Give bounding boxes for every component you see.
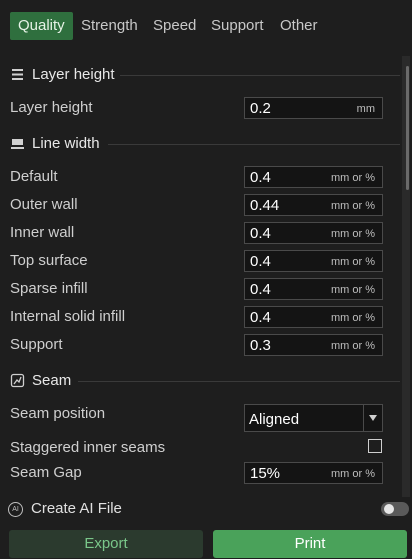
support-value: 0.3 bbox=[250, 337, 271, 354]
seam-gap-label: Seam Gap bbox=[10, 464, 82, 481]
top-surface-field[interactable]: 0.4 mm or % bbox=[244, 250, 383, 272]
layer-height-unit: mm bbox=[356, 103, 375, 115]
tab-quality[interactable]: Quality bbox=[10, 12, 73, 40]
seam-position-label: Seam position bbox=[10, 405, 106, 422]
seam-icon bbox=[10, 373, 25, 388]
support-unit: mm or % bbox=[331, 340, 375, 352]
layer-height-icon bbox=[12, 69, 23, 80]
sparse-infill-value: 0.4 bbox=[250, 281, 271, 298]
scrollbar-thumb[interactable] bbox=[406, 66, 409, 190]
inner-wall-unit: mm or % bbox=[331, 228, 375, 240]
tab-support[interactable]: Support bbox=[211, 12, 264, 40]
line-width-icon bbox=[11, 139, 24, 149]
top-surface-label: Top surface bbox=[10, 252, 88, 269]
top-surface-value: 0.4 bbox=[250, 253, 271, 270]
seam-gap-value: 15% bbox=[250, 465, 281, 482]
seam-position-select[interactable]: Aligned bbox=[244, 404, 383, 432]
section-title-line-width: Line width bbox=[32, 135, 100, 152]
layer-height-value: 0.2 bbox=[250, 100, 271, 117]
ai-file-icon: AI bbox=[8, 502, 23, 517]
staggered-inner-seams-checkbox[interactable] bbox=[368, 439, 382, 453]
sparse-infill-field[interactable]: 0.4 mm or % bbox=[244, 278, 383, 300]
tab-other[interactable]: Other bbox=[280, 12, 318, 40]
print-button[interactable]: Print bbox=[213, 530, 407, 558]
section-title-layer-height: Layer height bbox=[32, 66, 115, 83]
tab-strength[interactable]: Strength bbox=[81, 12, 138, 40]
section-title-seam: Seam bbox=[32, 372, 72, 389]
toggle-knob bbox=[384, 504, 394, 514]
seam-position-value: Aligned bbox=[249, 411, 300, 428]
chevron-down-icon bbox=[369, 415, 377, 421]
layer-height-field[interactable]: 0.2 mm bbox=[244, 97, 383, 119]
create-ai-file-row: AI Create AI File bbox=[0, 497, 412, 523]
inner-wall-value: 0.4 bbox=[250, 225, 271, 242]
settings-tab-bar: Quality Strength Speed Support Other bbox=[0, 0, 412, 52]
line-width-default-field[interactable]: 0.4 mm or % bbox=[244, 166, 383, 188]
section-divider bbox=[78, 381, 400, 382]
staggered-inner-seams-label: Staggered inner seams bbox=[10, 439, 166, 456]
create-ai-file-toggle[interactable] bbox=[381, 502, 409, 516]
sparse-infill-unit: mm or % bbox=[331, 284, 375, 296]
inner-wall-field[interactable]: 0.4 mm or % bbox=[244, 222, 383, 244]
outer-wall-field[interactable]: 0.44 mm or % bbox=[244, 194, 383, 216]
line-width-default-value: 0.4 bbox=[250, 169, 271, 186]
tab-speed[interactable]: Speed bbox=[153, 12, 196, 40]
sparse-infill-label: Sparse infill bbox=[10, 280, 88, 297]
section-divider bbox=[120, 75, 400, 76]
section-divider bbox=[108, 144, 400, 145]
top-surface-unit: mm or % bbox=[331, 256, 375, 268]
outer-wall-label: Outer wall bbox=[10, 196, 78, 213]
layer-height-label: Layer height bbox=[10, 99, 93, 116]
seam-gap-field[interactable]: 15% mm or % bbox=[244, 462, 383, 484]
inner-wall-label: Inner wall bbox=[10, 224, 75, 241]
create-ai-file-label: Create AI File bbox=[31, 500, 122, 517]
internal-solid-infill-unit: mm or % bbox=[331, 312, 375, 324]
outer-wall-value: 0.44 bbox=[250, 197, 280, 214]
export-button[interactable]: Export bbox=[9, 530, 203, 558]
line-width-default-unit: mm or % bbox=[331, 172, 375, 184]
support-field[interactable]: 0.3 mm or % bbox=[244, 334, 383, 356]
outer-wall-unit: mm or % bbox=[331, 200, 375, 212]
support-label: Support bbox=[10, 336, 63, 353]
line-width-default-label: Default bbox=[10, 168, 58, 185]
seam-position-dropdown-button[interactable] bbox=[363, 405, 382, 431]
internal-solid-infill-field[interactable]: 0.4 mm or % bbox=[244, 306, 383, 328]
internal-solid-infill-value: 0.4 bbox=[250, 309, 271, 326]
seam-gap-unit: mm or % bbox=[331, 468, 375, 480]
internal-solid-infill-label: Internal solid infill bbox=[10, 308, 126, 325]
